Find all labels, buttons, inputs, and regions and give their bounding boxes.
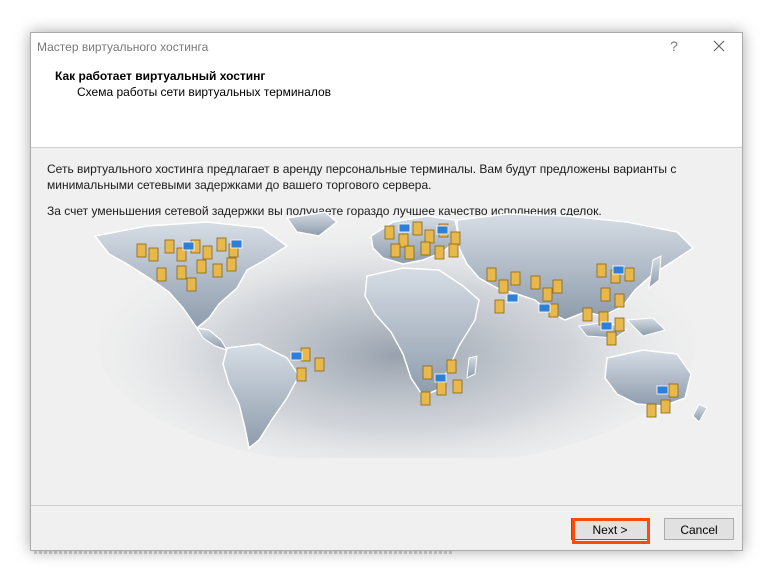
next-button[interactable]: Next > bbox=[571, 518, 649, 540]
wizard-header: Как работает виртуальный хостинг Схема р… bbox=[31, 59, 742, 148]
wizard-dialog: Мастер виртуального хостинга ? Как работ… bbox=[30, 32, 743, 551]
close-button[interactable] bbox=[706, 37, 732, 55]
world-map-icon bbox=[93, 211, 708, 468]
footer-divider bbox=[31, 505, 742, 506]
page-subtitle: Схема работы сети виртуальных терминалов bbox=[77, 85, 332, 99]
help-button[interactable]: ? bbox=[664, 37, 684, 55]
world-map-illustration bbox=[87, 208, 708, 468]
description-paragraph-1: Сеть виртуального хостинга предлагает в … bbox=[47, 162, 677, 192]
wizard-content: Сеть виртуального хостинга предлагает в … bbox=[31, 148, 742, 503]
window-title: Мастер виртуального хостинга bbox=[37, 40, 209, 54]
close-icon bbox=[713, 40, 725, 52]
page-title: Как работает виртуальный хостинг bbox=[55, 69, 266, 83]
title-bar: Мастер виртуального хостинга ? bbox=[31, 33, 742, 59]
cancel-button[interactable]: Cancel bbox=[664, 518, 734, 540]
